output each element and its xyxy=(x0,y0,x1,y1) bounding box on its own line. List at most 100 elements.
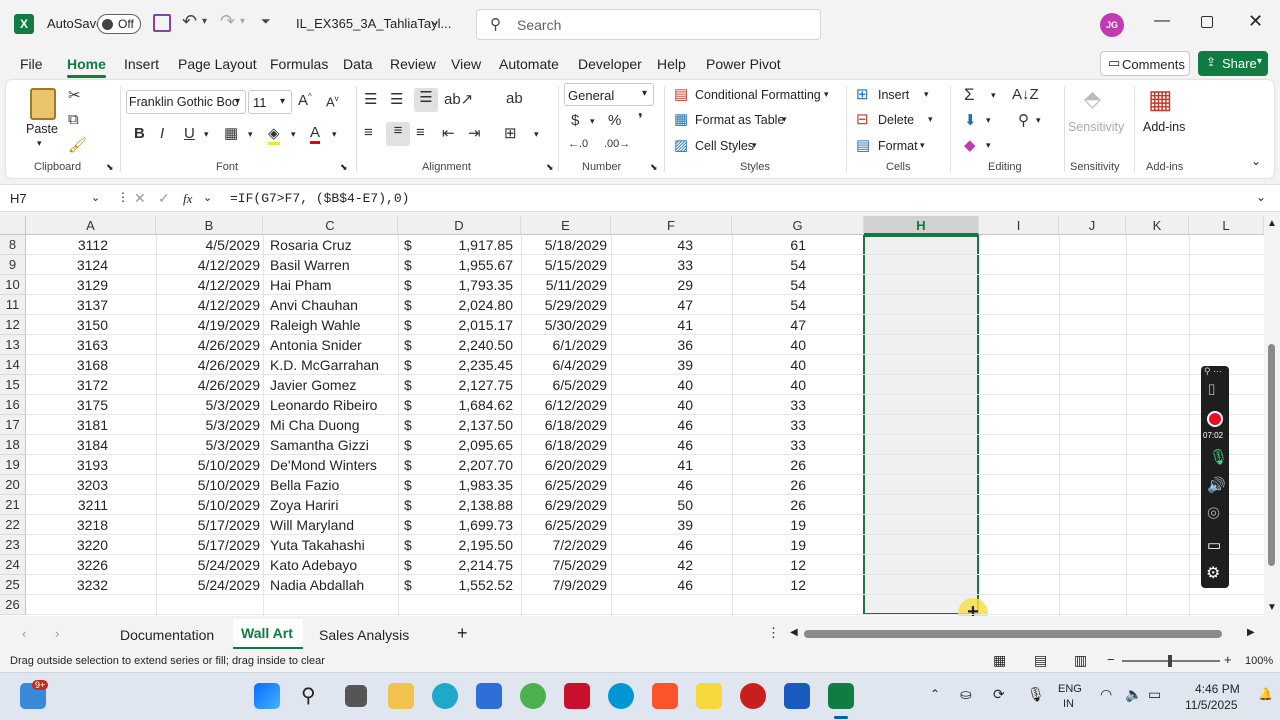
redo-icon[interactable]: ↷ xyxy=(220,11,235,32)
cell-g[interactable]: 54 xyxy=(732,295,806,315)
font-name-dropdown[interactable]: Franklin Gothic Boo ▾ xyxy=(126,90,246,114)
cell-d[interactable]: 1,917.85 xyxy=(421,235,514,255)
row-header[interactable]: 21 xyxy=(0,495,26,515)
font-color-icon[interactable]: A xyxy=(310,124,321,144)
insert-cells-icon[interactable]: ⊞ xyxy=(856,85,869,103)
cell-b[interactable]: 5/10/2029 xyxy=(156,475,260,495)
battery-icon[interactable]: ▭ xyxy=(1148,686,1161,703)
row-header[interactable]: 12 xyxy=(0,315,26,335)
lang-label[interactable]: ENG xyxy=(1058,683,1082,695)
insert-chevron-icon[interactable]: ▾ xyxy=(924,89,929,100)
zoom-out-icon[interactable]: − xyxy=(1107,652,1115,667)
cell-c[interactable]: Zoya Hariri xyxy=(270,495,400,515)
number-format-dropdown[interactable]: General ▾ xyxy=(564,83,654,106)
menu-file[interactable]: File xyxy=(20,56,43,72)
column-header-g[interactable]: G xyxy=(732,216,864,235)
cell-d[interactable] xyxy=(421,595,513,615)
cell-b[interactable]: 4/26/2029 xyxy=(156,335,260,355)
column-header-c[interactable]: C xyxy=(263,216,398,235)
cell-e[interactable]: 7/2/2029 xyxy=(521,535,608,555)
cell-f[interactable]: 36 xyxy=(611,335,693,355)
scroll-right-icon[interactable]: ▶ xyxy=(1247,627,1255,638)
addins-icon[interactable]: ▦ xyxy=(1148,84,1173,115)
cell-e[interactable]: 6/25/2029 xyxy=(521,515,607,535)
cell-d[interactable]: 2,095.65 xyxy=(421,435,514,455)
italic-button[interactable]: I xyxy=(160,125,164,142)
vertical-scrollbar[interactable]: ▲ ▼ xyxy=(1264,216,1280,616)
format-painter-icon[interactable]: 🖌 xyxy=(68,136,87,154)
autosum-chevron-icon[interactable]: ▾ xyxy=(991,90,996,101)
cell-g[interactable]: 54 xyxy=(732,255,806,275)
column-header-l[interactable]: L xyxy=(1189,216,1264,235)
cell-c[interactable]: Hai Pham xyxy=(270,275,400,295)
increase-indent-icon[interactable]: ⇥ xyxy=(468,124,481,142)
menu-view[interactable]: View xyxy=(451,56,481,72)
cell-e[interactable]: 5/15/2029 xyxy=(521,255,607,275)
cell-e[interactable]: 5/30/2029 xyxy=(521,315,607,335)
cell-a[interactable]: 3184 xyxy=(26,435,108,455)
fx-chevron-icon[interactable]: ⌄ xyxy=(203,191,212,204)
cell-b[interactable]: 4/19/2029 xyxy=(156,315,260,335)
search-box[interactable]: ⚲ Search xyxy=(476,9,821,40)
cell-f[interactable]: 46 xyxy=(611,535,693,555)
sort-filter-icon[interactable]: A↓Z xyxy=(1012,86,1039,103)
normal-view-icon[interactable]: ▦ xyxy=(993,652,1006,669)
cell-a[interactable]: 3137 xyxy=(26,295,108,315)
cell-cur[interactable]: $ xyxy=(404,495,418,515)
cell-f[interactable]: 40 xyxy=(611,375,693,395)
cell-a[interactable]: 3124 xyxy=(26,255,108,275)
cell-c[interactable]: Basil Warren xyxy=(270,255,400,275)
cell-styles-chevron-icon[interactable]: ▾ xyxy=(752,140,757,151)
save-icon[interactable] xyxy=(153,14,171,32)
bold-button[interactable]: B xyxy=(134,125,145,142)
cell-e[interactable]: 6/20/2029 xyxy=(521,455,607,475)
cell-b[interactable]: 5/3/2029 xyxy=(156,395,261,415)
notification-bell-icon[interactable]: 🔔 xyxy=(1258,687,1273,701)
brave-icon[interactable] xyxy=(652,683,678,709)
undo-dropdown-icon[interactable]: ▾ xyxy=(202,16,207,27)
fill-color-chevron-icon[interactable]: ▾ xyxy=(291,129,296,140)
delete-chevron-icon[interactable]: ▾ xyxy=(928,114,933,125)
cell-f[interactable]: 33 xyxy=(611,255,693,275)
cell-cur[interactable]: $ xyxy=(404,275,418,295)
cell-e[interactable]: 6/5/2029 xyxy=(521,375,608,395)
record-icon[interactable] xyxy=(1207,411,1223,427)
add-sheet-icon[interactable]: + xyxy=(457,623,468,644)
cell-d[interactable]: 2,235.45 xyxy=(421,355,514,375)
undo-icon[interactable]: ↶ xyxy=(182,11,197,32)
cell-d[interactable]: 2,024.80 xyxy=(421,295,514,315)
conditional-formatting-icon[interactable]: ▤ xyxy=(674,85,688,103)
row-header[interactable]: 23 xyxy=(0,535,26,555)
cell-c[interactable] xyxy=(270,595,400,615)
paste-icon[interactable] xyxy=(30,88,56,120)
cell-b[interactable]: 4/12/2029 xyxy=(156,295,260,315)
speaker-icon[interactable]: 🔊 xyxy=(1207,476,1226,494)
settings-icon[interactable]: ⚙ xyxy=(1206,563,1220,583)
cell-f[interactable] xyxy=(611,595,693,615)
camera-icon[interactable]: ⌷ xyxy=(1207,382,1216,399)
mcafee-icon[interactable] xyxy=(564,683,590,709)
region-label[interactable]: IN xyxy=(1063,698,1074,710)
cell-g[interactable]: 33 xyxy=(732,415,806,435)
selection-range[interactable] xyxy=(863,235,979,615)
cell-e[interactable]: 5/29/2029 xyxy=(521,295,607,315)
cell-f[interactable]: 41 xyxy=(611,455,693,475)
row-header[interactable]: 15 xyxy=(0,375,26,395)
restore-icon[interactable] xyxy=(1201,16,1213,28)
cell-b[interactable]: 5/24/2029 xyxy=(156,575,260,595)
menu-home[interactable]: Home xyxy=(67,56,106,78)
row-header[interactable]: 24 xyxy=(0,555,26,575)
format-as-table-button[interactable]: Format as Table xyxy=(695,113,784,127)
autosum-icon[interactable]: Σ xyxy=(964,85,975,105)
row-header[interactable]: 26 xyxy=(0,595,26,615)
cell-c[interactable]: Raleigh Wahle xyxy=(270,315,400,335)
cell-f[interactable]: 39 xyxy=(611,355,693,375)
cell-a[interactable]: 3220 xyxy=(26,535,108,555)
decrease-indent-icon[interactable]: ⇤ xyxy=(442,124,455,142)
cell-cur[interactable]: $ xyxy=(404,455,418,475)
wifi-icon[interactable]: ◠ xyxy=(1100,686,1112,703)
cell-cur[interactable]: $ xyxy=(404,535,418,555)
pin-icon[interactable]: ⚲ ⋯ xyxy=(1204,366,1222,377)
increase-font-icon[interactable]: A^ xyxy=(298,92,312,109)
cell-e[interactable]: 7/5/2029 xyxy=(521,555,608,575)
